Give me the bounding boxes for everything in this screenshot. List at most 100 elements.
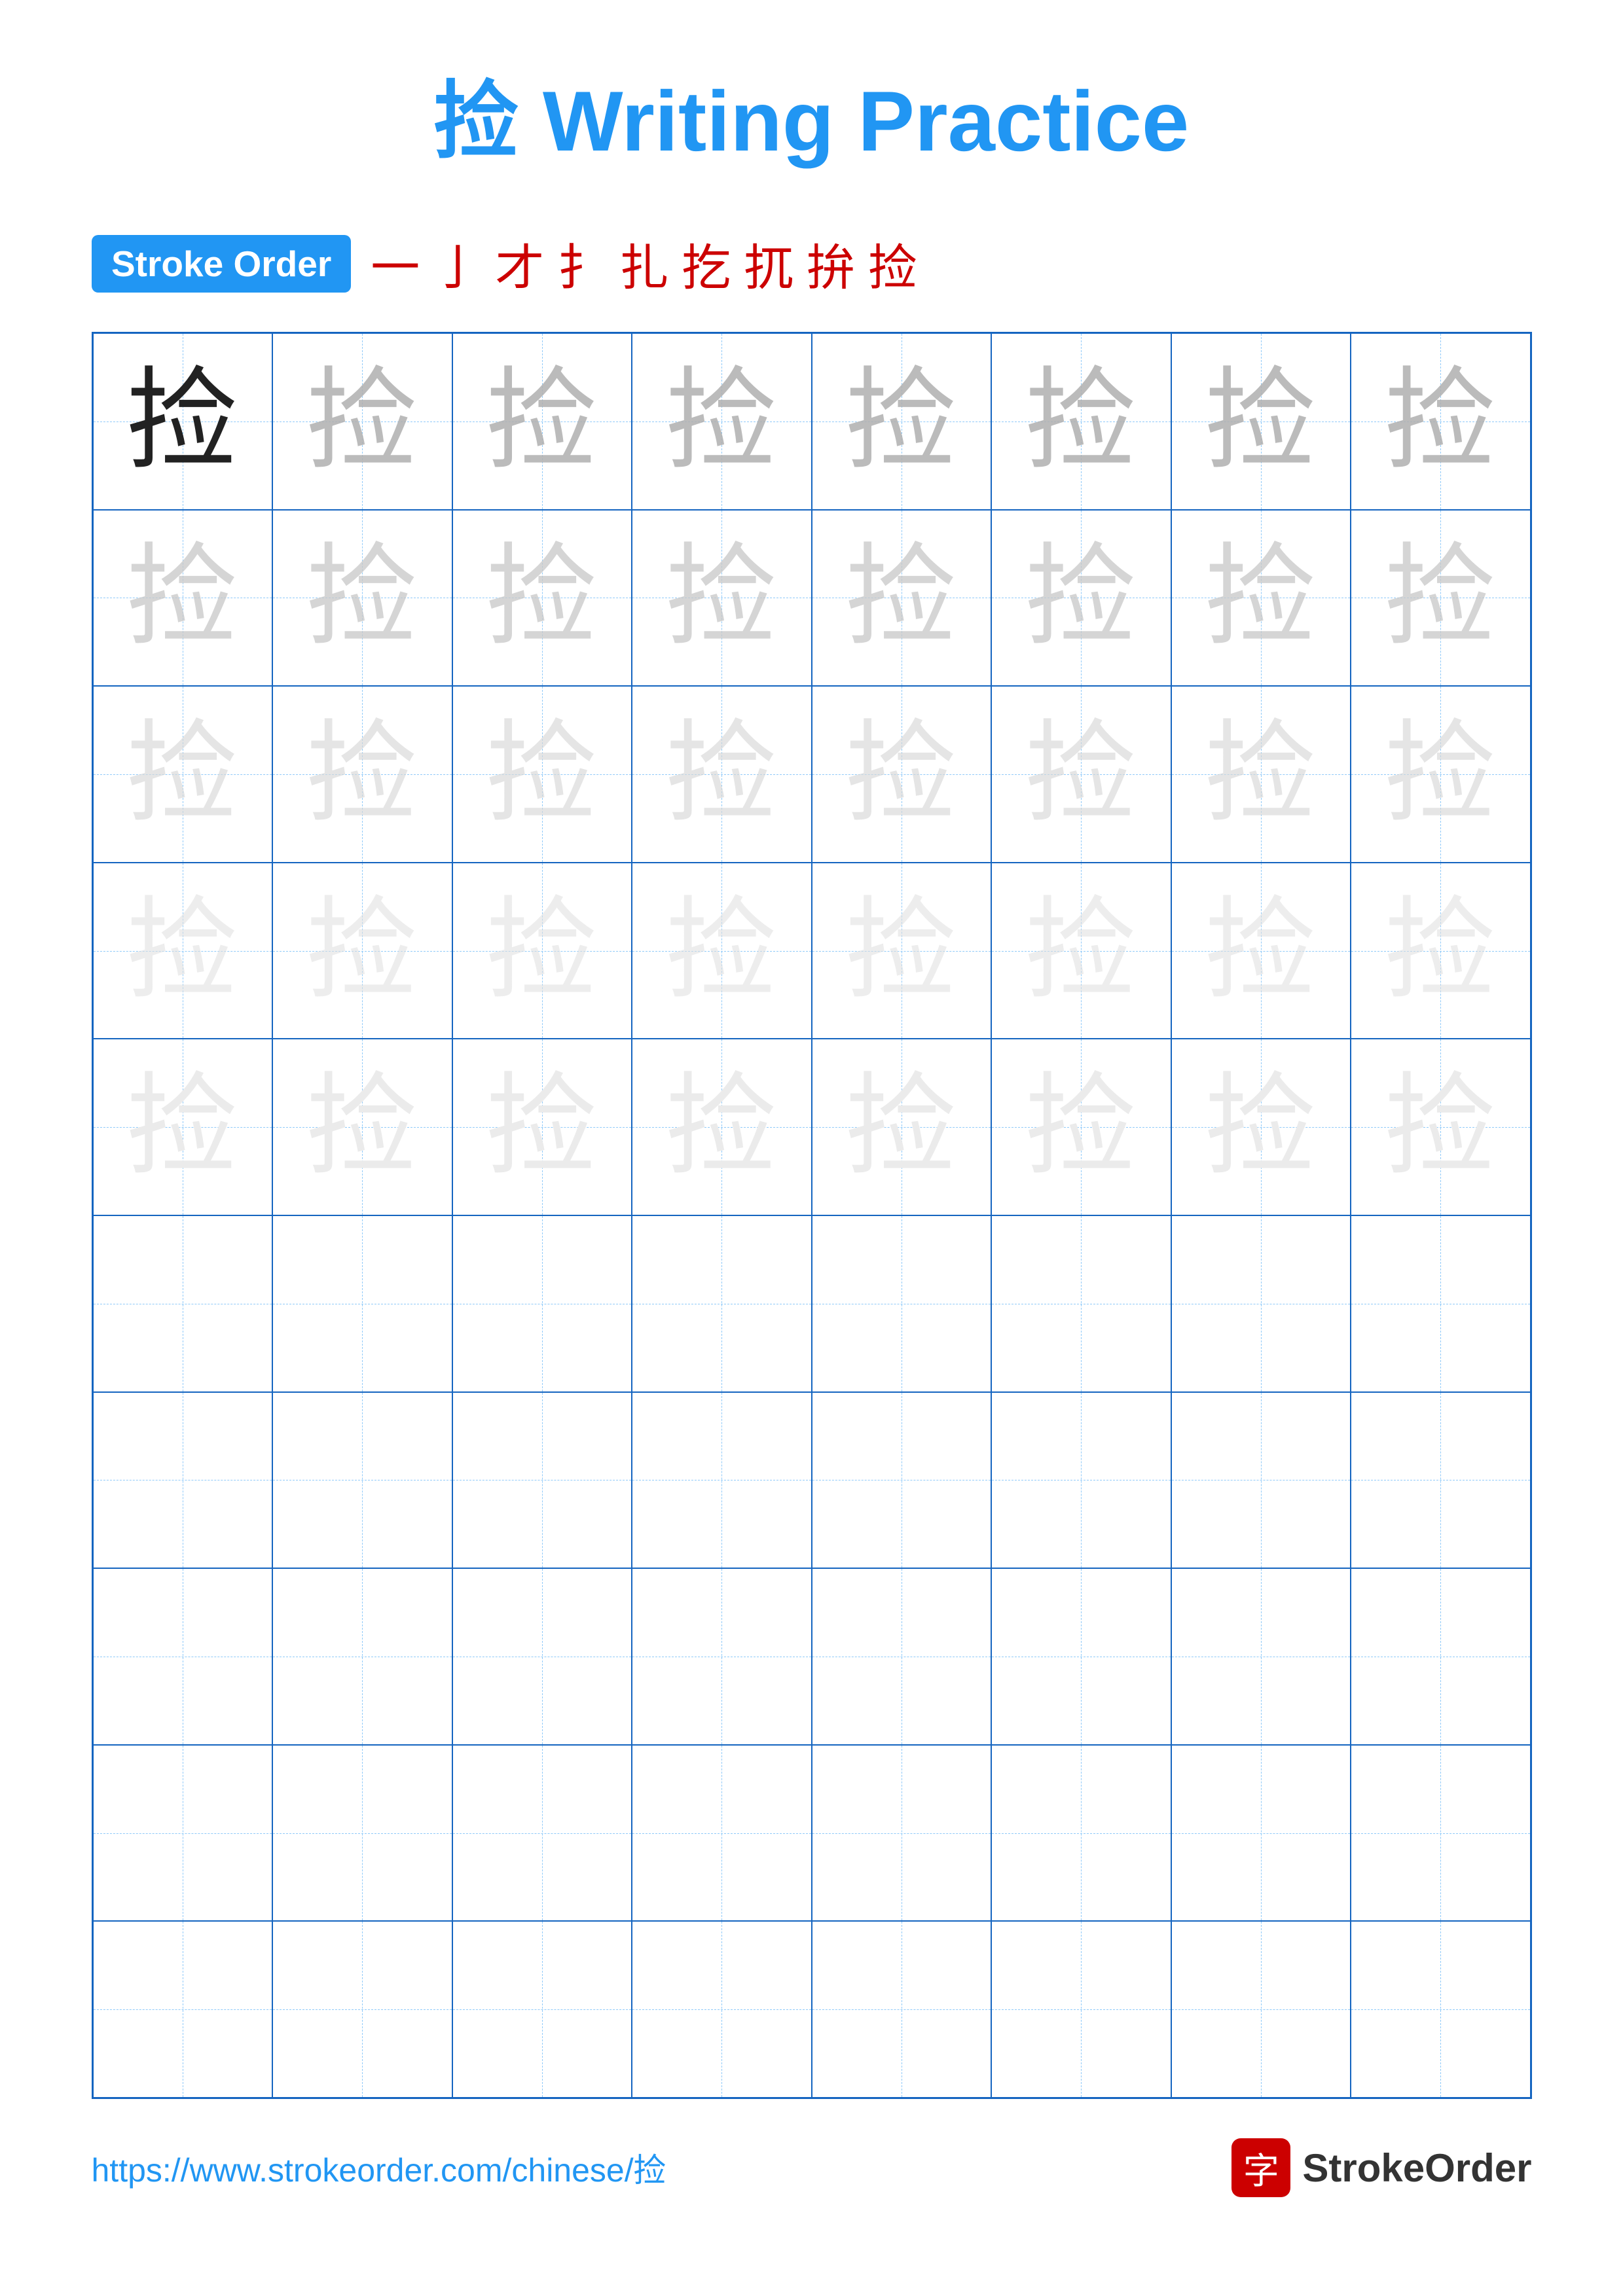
grid-cell[interactable] bbox=[93, 1392, 273, 1569]
grid-cell[interactable] bbox=[1171, 1921, 1351, 2098]
grid-cell[interactable]: 捡 bbox=[452, 863, 632, 1039]
grid-cell[interactable]: 捡 bbox=[452, 333, 632, 510]
stroke-order-row: Stroke Order 一 亅 才 扌 扎 扢 扤 拚 捡 bbox=[79, 228, 1544, 299]
grid-cell[interactable] bbox=[93, 1921, 273, 2098]
grid-cell[interactable]: 捡 bbox=[812, 510, 992, 687]
grid-cell[interactable] bbox=[452, 1745, 632, 1922]
grid-cell[interactable]: 捡 bbox=[272, 686, 452, 863]
grid-cell[interactable]: 捡 bbox=[1171, 333, 1351, 510]
grid-cell[interactable] bbox=[632, 1392, 812, 1569]
grid-cell[interactable]: 捡 bbox=[632, 510, 812, 687]
grid-cell[interactable] bbox=[1171, 1392, 1351, 1569]
grid-cell[interactable] bbox=[632, 1568, 812, 1745]
stroke-sequence: 一 亅 才 扌 扎 扢 扤 拚 捡 bbox=[371, 228, 917, 299]
logo-text: StrokeOrder bbox=[1302, 2145, 1531, 2191]
grid-cell[interactable] bbox=[812, 1745, 992, 1922]
grid-cell[interactable]: 捡 bbox=[1351, 510, 1531, 687]
grid-cell[interactable] bbox=[452, 1921, 632, 2098]
grid-cell[interactable]: 捡 bbox=[812, 1039, 992, 1215]
grid-cell[interactable]: 捡 bbox=[93, 686, 273, 863]
grid-cell[interactable]: 捡 bbox=[93, 863, 273, 1039]
practice-char: 捡 bbox=[846, 1071, 957, 1183]
grid-cell[interactable]: 捡 bbox=[632, 686, 812, 863]
stroke-3: 才 bbox=[495, 228, 544, 299]
grid-cell[interactable] bbox=[272, 1392, 452, 1569]
footer-url: https://www.strokeorder.com/chinese/捡 bbox=[92, 2144, 666, 2191]
grid-cell[interactable] bbox=[1351, 1568, 1531, 1745]
grid-cell[interactable]: 捡 bbox=[991, 333, 1171, 510]
grid-cell[interactable]: 捡 bbox=[1171, 863, 1351, 1039]
grid-cell[interactable] bbox=[632, 1215, 812, 1392]
grid-cell[interactable]: 捡 bbox=[452, 510, 632, 687]
grid-cell[interactable]: 捡 bbox=[272, 510, 452, 687]
grid-cell[interactable] bbox=[991, 1215, 1171, 1392]
grid-cell[interactable]: 捡 bbox=[812, 863, 992, 1039]
grid-cell[interactable]: 捡 bbox=[1351, 1039, 1531, 1215]
grid-cell[interactable] bbox=[272, 1745, 452, 1922]
grid-cell[interactable]: 捡 bbox=[1351, 863, 1531, 1039]
grid-cell[interactable] bbox=[632, 1745, 812, 1922]
grid-cell[interactable]: 捡 bbox=[991, 863, 1171, 1039]
grid-cell[interactable] bbox=[991, 1568, 1171, 1745]
grid-cell[interactable] bbox=[93, 1745, 273, 1922]
grid-cell[interactable]: 捡 bbox=[452, 686, 632, 863]
grid-cell[interactable] bbox=[1171, 1215, 1351, 1392]
grid-cell[interactable] bbox=[1351, 1921, 1531, 2098]
grid-cell[interactable]: 捡 bbox=[632, 333, 812, 510]
grid-cell[interactable] bbox=[272, 1568, 452, 1745]
practice-char: 捡 bbox=[486, 1071, 598, 1183]
grid-cell[interactable] bbox=[272, 1215, 452, 1392]
grid-cell[interactable]: 捡 bbox=[632, 1039, 812, 1215]
grid-cell[interactable]: 捡 bbox=[272, 863, 452, 1039]
grid-cell[interactable] bbox=[272, 1921, 452, 2098]
grid-cell[interactable] bbox=[812, 1921, 992, 2098]
grid-cell[interactable] bbox=[1351, 1745, 1531, 1922]
grid-cell[interactable]: 捡 bbox=[991, 1039, 1171, 1215]
practice-char: 捡 bbox=[486, 542, 598, 653]
grid-cell[interactable] bbox=[812, 1215, 992, 1392]
grid-cell[interactable] bbox=[812, 1392, 992, 1569]
practice-char: 捡 bbox=[127, 542, 238, 653]
grid-cell[interactable]: 捡 bbox=[272, 333, 452, 510]
grid-cell[interactable]: 捡 bbox=[452, 1039, 632, 1215]
grid-cell[interactable] bbox=[452, 1568, 632, 1745]
practice-char: 捡 bbox=[846, 719, 957, 830]
grid-cell[interactable] bbox=[1351, 1215, 1531, 1392]
stroke-1: 一 bbox=[371, 228, 420, 299]
grid-cell[interactable]: 捡 bbox=[1351, 333, 1531, 510]
grid-cell[interactable]: 捡 bbox=[1171, 1039, 1351, 1215]
grid-cell[interactable]: 捡 bbox=[812, 686, 992, 863]
grid-cell[interactable]: 捡 bbox=[272, 1039, 452, 1215]
practice-char: 捡 bbox=[127, 366, 238, 477]
practice-char: 捡 bbox=[1385, 366, 1496, 477]
grid-cell[interactable]: 捡 bbox=[632, 863, 812, 1039]
grid-cell[interactable] bbox=[452, 1215, 632, 1392]
grid-cell[interactable]: 捡 bbox=[93, 1039, 273, 1215]
grid-cell[interactable] bbox=[812, 1568, 992, 1745]
grid-cell[interactable] bbox=[1171, 1568, 1351, 1745]
practice-char: 捡 bbox=[1205, 1071, 1317, 1183]
grid-cell[interactable]: 捡 bbox=[991, 686, 1171, 863]
grid-cell[interactable]: 捡 bbox=[991, 510, 1171, 687]
grid-cell[interactable] bbox=[991, 1921, 1171, 2098]
stroke-5: 扎 bbox=[619, 228, 668, 299]
grid-cell[interactable] bbox=[991, 1392, 1171, 1569]
grid-cell[interactable]: 捡 bbox=[1171, 510, 1351, 687]
grid-cell[interactable]: 捡 bbox=[1171, 686, 1351, 863]
grid-cell[interactable] bbox=[93, 1215, 273, 1392]
grid-cell[interactable] bbox=[1351, 1392, 1531, 1569]
grid-cell[interactable] bbox=[93, 1568, 273, 1745]
grid-cell[interactable]: 捡 bbox=[93, 510, 273, 687]
practice-char: 捡 bbox=[846, 895, 957, 1007]
grid-cell[interactable] bbox=[1171, 1745, 1351, 1922]
grid-cell[interactable] bbox=[991, 1745, 1171, 1922]
stroke-8: 拚 bbox=[806, 228, 855, 299]
practice-char: 捡 bbox=[846, 366, 957, 477]
grid-cell[interactable] bbox=[452, 1392, 632, 1569]
grid-cell[interactable]: 捡 bbox=[93, 333, 273, 510]
practice-char: 捡 bbox=[666, 542, 777, 653]
stroke-4: 扌 bbox=[557, 228, 606, 299]
grid-cell[interactable] bbox=[632, 1921, 812, 2098]
grid-cell[interactable]: 捡 bbox=[812, 333, 992, 510]
grid-cell[interactable]: 捡 bbox=[1351, 686, 1531, 863]
